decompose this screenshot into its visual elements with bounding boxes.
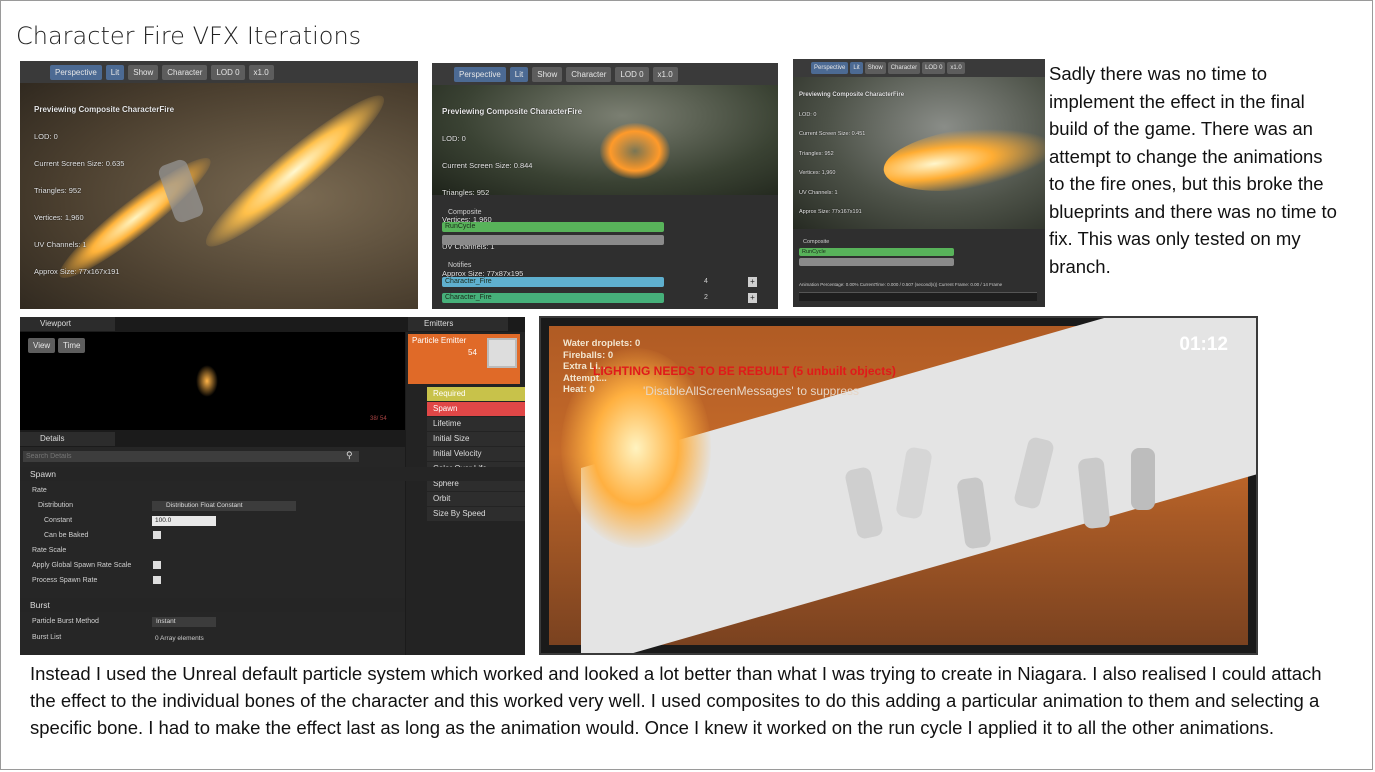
screenshot-cascade-editor: Viewport View Time 38/ 54 Emitters Parti… xyxy=(20,317,525,655)
emitter-thumbnail xyxy=(487,338,517,368)
show-button[interactable]: Show xyxy=(128,64,159,80)
details-tab[interactable]: Details xyxy=(20,432,115,446)
particle-sparks xyxy=(196,365,218,397)
module-initial-velocity[interactable]: Initial Velocity xyxy=(427,447,525,461)
emitter-name: Particle Emitter xyxy=(412,336,467,345)
preview-stats: Previewing Composite CharacterFire LOD: … xyxy=(34,105,175,276)
character-button[interactable]: Character xyxy=(162,64,208,80)
emitter-count: 54 xyxy=(468,348,477,357)
notify-track-number: 2 xyxy=(704,294,708,301)
lit-button[interactable]: Lit xyxy=(105,64,125,80)
side-paragraph: Sadly there was no time to implement the… xyxy=(1049,63,1337,277)
apply-global-checkbox[interactable] xyxy=(153,561,161,569)
runcycle-track[interactable]: RunCycle xyxy=(442,222,664,232)
preview-stats: Previewing Composite CharacterFire LOD: … xyxy=(799,92,905,215)
time-button[interactable]: Time xyxy=(58,338,86,353)
lighting-warning: LIGHTING NEEDS TO BE REBUILT (5 unbuilt … xyxy=(593,364,896,378)
module-orbit[interactable]: Orbit xyxy=(427,492,525,506)
slide-title: Character Fire VFX Iterations xyxy=(16,22,362,50)
speed-button[interactable]: x1.0 xyxy=(652,66,678,82)
lod-button[interactable]: LOD 0 xyxy=(211,64,245,80)
animation-status: Animation Percentage: 0.00% CurrentTime:… xyxy=(799,282,1003,287)
spawn-section[interactable]: Spawn xyxy=(20,467,525,481)
apply-global-row: Apply Global Spawn Rate Scale xyxy=(32,562,132,569)
burst-method-row: Particle Burst Method xyxy=(32,618,99,625)
module-spawn[interactable]: Spawn xyxy=(427,402,525,416)
empty-track xyxy=(442,235,664,245)
show-button[interactable]: Show xyxy=(532,66,563,82)
composite-label: Composite xyxy=(448,209,482,216)
can-be-baked-checkbox[interactable] xyxy=(153,531,161,539)
lit-button[interactable]: Lit xyxy=(509,66,529,82)
screenshot-fire-vfx-2: Perspective Lit Show Character LOD 0 x1.… xyxy=(432,63,778,309)
particle-emitter-header[interactable]: Particle Emitter 54 xyxy=(408,334,520,384)
search-details-input[interactable] xyxy=(23,451,359,462)
module-required[interactable]: Required xyxy=(427,387,525,401)
runcycle-track[interactable]: RunCycle xyxy=(799,248,954,256)
composite-label: Composite xyxy=(803,239,830,245)
notifies-label: Notifies xyxy=(448,262,472,269)
emitters-tab[interactable]: Emitters xyxy=(408,317,508,331)
viewport-toolbar: Perspective Lit Show Character LOD 0 x1.… xyxy=(20,61,418,83)
lod-button[interactable]: LOD 0 xyxy=(615,66,649,82)
notify-track-fire[interactable]: Character_Fire xyxy=(442,293,664,303)
add-notify-icon[interactable]: + xyxy=(748,277,757,287)
rate-scale-row: Rate Scale xyxy=(32,547,67,554)
lod-button[interactable]: LOD 0 xyxy=(922,62,946,74)
empty-track xyxy=(799,258,954,266)
constant-field[interactable]: 100.0 xyxy=(152,516,216,526)
viewport-toolbar: Perspective Lit Show Character LOD 0 x1.… xyxy=(432,63,778,85)
perspective-button[interactable]: Perspective xyxy=(454,66,506,82)
speed-button[interactable]: x1.0 xyxy=(248,64,274,80)
burst-list-row: Burst List xyxy=(32,634,62,641)
character-button[interactable]: Character xyxy=(887,62,921,74)
distribution-row: Distribution xyxy=(38,502,74,509)
screenshot-fire-vfx-3: Perspective Lit Show Character LOD 0 x1.… xyxy=(793,59,1045,307)
speed-button[interactable]: x1.0 xyxy=(947,62,965,74)
distribution-select[interactable]: Distribution Float Constant xyxy=(152,501,296,511)
burst-method-select[interactable]: Instant xyxy=(152,617,216,627)
character-group xyxy=(831,428,1171,598)
search-icon[interactable]: ⚲ xyxy=(346,450,353,461)
suppress-hint: 'DisableAllScreenMessages' to suppress xyxy=(643,384,860,398)
character-button[interactable]: Character xyxy=(566,66,612,82)
burst-section[interactable]: Burst xyxy=(20,598,405,612)
viewport-tab[interactable]: Viewport xyxy=(20,317,115,331)
process-spawn-checkbox[interactable] xyxy=(153,576,161,584)
module-lifetime[interactable]: Lifetime xyxy=(427,417,525,431)
lit-button[interactable]: Lit xyxy=(850,62,863,74)
show-button[interactable]: Show xyxy=(864,62,886,74)
can-be-baked-row: Can be Baked xyxy=(44,532,89,539)
constant-row: Constant xyxy=(44,517,73,524)
viewport-particle-counter: 38/ 54 xyxy=(370,416,387,422)
screenshot-gameplay: 01:12 Water droplets: 0 Fireballs: 0 Ext… xyxy=(539,316,1258,655)
rate-row: Rate xyxy=(32,487,47,494)
add-notify-icon[interactable]: + xyxy=(748,293,757,303)
module-initial-size[interactable]: Initial Size xyxy=(427,432,525,446)
perspective-button[interactable]: Perspective xyxy=(50,64,102,80)
bottom-paragraph: Instead I used the Unreal default partic… xyxy=(30,663,1322,738)
viewport-toolbar: Perspective Lit Show Character LOD 0 x1.… xyxy=(793,59,1045,77)
perspective-button[interactable]: Perspective xyxy=(811,62,849,74)
screenshot-fire-vfx-1: Perspective Lit Show Character LOD 0 x1.… xyxy=(20,61,418,309)
module-size-by-speed[interactable]: Size By Speed xyxy=(427,507,525,521)
hud-timer: 01:12 xyxy=(1179,334,1228,355)
fire-ring xyxy=(600,123,670,179)
notify-track-fire[interactable]: Character_Fire xyxy=(442,277,664,287)
notify-track-number: 4 xyxy=(704,278,708,285)
timeline-scrubber[interactable] xyxy=(799,292,1037,301)
process-spawn-row: Process Spawn Rate xyxy=(32,577,98,584)
burst-list-value: 0 Array elements xyxy=(155,635,204,642)
view-button[interactable]: View xyxy=(28,338,56,353)
